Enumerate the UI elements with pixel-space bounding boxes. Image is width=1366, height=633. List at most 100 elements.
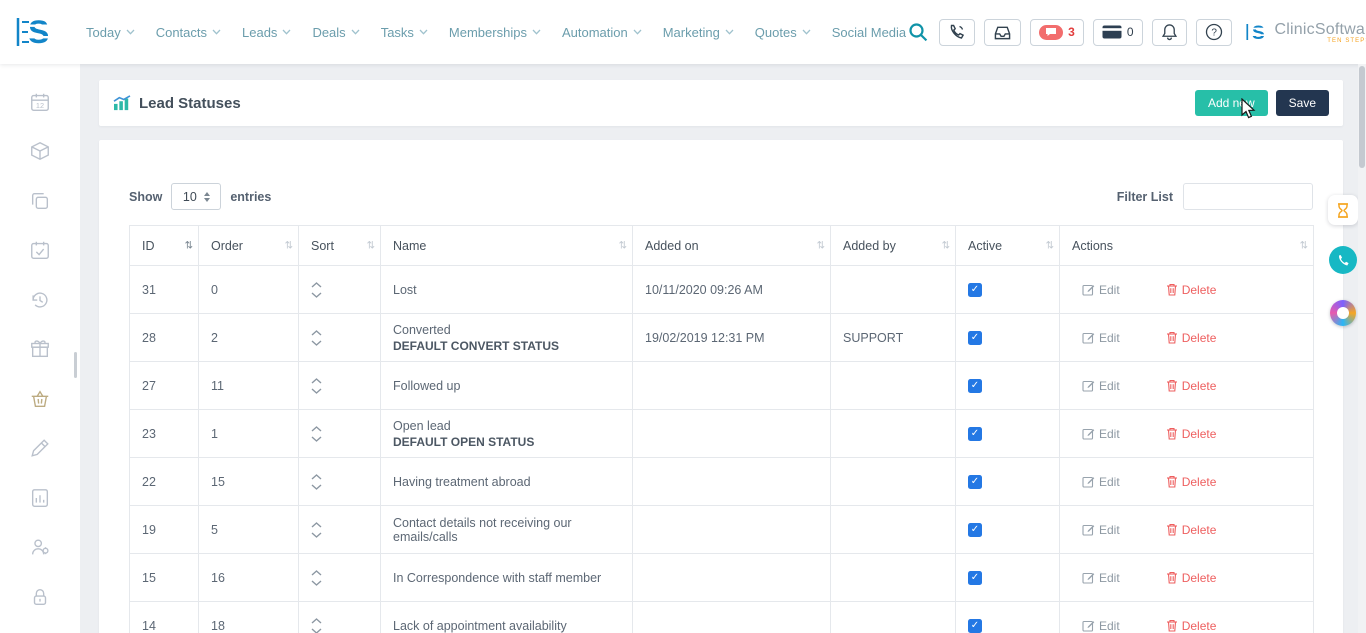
delete-link[interactable]: Delete [1166, 571, 1217, 585]
delete-link[interactable]: Delete [1166, 379, 1217, 393]
edit-link[interactable]: Edit [1082, 283, 1120, 297]
sort-arrows-icon[interactable]: ⇅ [817, 240, 825, 251]
sort-arrows-icon[interactable]: ⇅ [619, 240, 627, 251]
edit-link[interactable]: Edit [1082, 475, 1120, 489]
sort-arrows-icon[interactable]: ⇅ [1046, 240, 1054, 251]
delete-link[interactable]: Delete [1166, 475, 1217, 489]
move-down-icon[interactable] [311, 532, 322, 538]
sidebar-item-appointments[interactable] [0, 226, 80, 276]
active-checkbox[interactable]: ✓ [968, 619, 982, 633]
sidebar-item-products[interactable] [0, 127, 80, 177]
sort-arrows-icon[interactable]: ⇅ [285, 240, 293, 251]
sidebar-item-gifts[interactable] [0, 325, 80, 375]
move-up-icon[interactable] [311, 426, 322, 432]
trash-icon [1166, 475, 1178, 488]
delete-link[interactable]: Delete [1166, 283, 1217, 297]
edit-link[interactable]: Edit [1082, 331, 1120, 345]
move-down-icon[interactable] [311, 484, 322, 490]
move-down-icon[interactable] [311, 628, 322, 633]
active-checkbox[interactable]: ✓ [968, 427, 982, 441]
sidebar-item-copy[interactable] [0, 176, 80, 226]
move-up-icon[interactable] [311, 618, 322, 624]
nav-item[interactable]: Social Media [832, 25, 906, 40]
column-header[interactable]: Sort ⇅ [299, 226, 381, 266]
move-up-icon[interactable] [311, 282, 322, 288]
active-checkbox[interactable]: ✓ [968, 523, 982, 537]
nav-item[interactable]: Automation [562, 25, 642, 40]
active-checkbox[interactable]: ✓ [968, 331, 982, 345]
page-scrollbar[interactable] [1358, 64, 1366, 633]
notifications-button[interactable] [1152, 19, 1187, 46]
sidebar-item-security[interactable] [0, 572, 80, 622]
filter-label: Filter List [1117, 190, 1173, 204]
move-up-icon[interactable] [311, 570, 322, 576]
delete-link[interactable]: Delete [1166, 331, 1217, 345]
active-checkbox[interactable]: ✓ [968, 571, 982, 585]
assistant-widget[interactable] [1330, 300, 1356, 326]
sidebar-item-reports[interactable] [0, 473, 80, 523]
help-button[interactable]: ? [1196, 19, 1232, 46]
move-down-icon[interactable] [311, 340, 322, 346]
sidebar-item-design[interactable] [0, 424, 80, 474]
delete-link[interactable]: Delete [1166, 427, 1217, 441]
edit-link[interactable]: Edit [1082, 523, 1120, 537]
filter-input[interactable] [1183, 183, 1313, 210]
column-header[interactable]: ID ⇅ [130, 226, 199, 266]
move-down-icon[interactable] [311, 580, 322, 586]
call-widget[interactable] [1329, 246, 1357, 274]
nav-item[interactable]: Marketing [663, 25, 734, 40]
move-up-icon[interactable] [311, 378, 322, 384]
nav-item[interactable]: Contacts [156, 25, 221, 40]
nav-item[interactable]: Quotes [755, 25, 811, 40]
edit-link[interactable]: Edit [1082, 427, 1120, 441]
nav-item[interactable]: Today [86, 25, 135, 40]
sidebar-item-basket[interactable] [0, 374, 80, 424]
sidebar-item-calendar[interactable]: 12 [0, 77, 80, 127]
phone-button[interactable] [939, 19, 975, 46]
hourglass-widget[interactable] [1328, 195, 1358, 225]
inbox-button[interactable] [984, 19, 1021, 46]
page-scrollbar-thumb[interactable] [1359, 66, 1365, 168]
edit-link[interactable]: Edit [1082, 619, 1120, 633]
add-new-button[interactable]: Add new [1195, 90, 1268, 116]
sort-arrows-icon[interactable]: ⇅ [367, 240, 375, 251]
active-checkbox[interactable]: ✓ [968, 283, 982, 297]
search-button[interactable] [906, 19, 930, 46]
active-checkbox[interactable]: ✓ [968, 475, 982, 489]
sidebar-item-history[interactable] [0, 275, 80, 325]
move-down-icon[interactable] [311, 436, 322, 442]
column-header[interactable]: Active ⇅ [956, 226, 1060, 266]
column-header[interactable]: Name ⇅ [381, 226, 633, 266]
sort-arrows-icon[interactable]: ⇅ [942, 240, 950, 251]
delete-link[interactable]: Delete [1166, 619, 1217, 633]
nav-item[interactable]: Leads [242, 25, 291, 40]
edit-icon [1082, 475, 1095, 488]
save-button[interactable]: Save [1276, 90, 1329, 116]
nav-item[interactable]: Memberships [449, 25, 541, 40]
cell-added-by [831, 362, 956, 410]
column-header[interactable]: Added by ⇅ [831, 226, 956, 266]
column-header[interactable]: Actions ⇅ [1060, 226, 1314, 266]
clinicsoftware-logo[interactable]: S [14, 11, 56, 53]
edit-link[interactable]: Edit [1082, 379, 1120, 393]
column-header[interactable]: Order ⇅ [199, 226, 299, 266]
page-size-select[interactable]: 10 [171, 183, 221, 210]
sidebar-item-user-settings[interactable] [0, 523, 80, 573]
move-up-icon[interactable] [311, 474, 322, 480]
sidebar-scrollbar[interactable] [74, 352, 77, 378]
move-up-icon[interactable] [311, 330, 322, 336]
lock-icon [29, 586, 51, 608]
move-down-icon[interactable] [311, 292, 322, 298]
edit-link[interactable]: Edit [1082, 571, 1120, 585]
move-up-icon[interactable] [311, 522, 322, 528]
nav-item[interactable]: Tasks [381, 25, 428, 40]
card-button[interactable]: 0 [1093, 19, 1143, 46]
nav-item[interactable]: Deals [312, 25, 359, 40]
move-down-icon[interactable] [311, 388, 322, 394]
delete-link[interactable]: Delete [1166, 523, 1217, 537]
sort-arrows-icon[interactable]: ⇅ [1300, 240, 1308, 251]
sort-arrows-icon[interactable]: ⇅ [185, 240, 193, 251]
chat-button[interactable]: 3 [1030, 19, 1084, 46]
active-checkbox[interactable]: ✓ [968, 379, 982, 393]
column-header[interactable]: Added on ⇅ [633, 226, 831, 266]
